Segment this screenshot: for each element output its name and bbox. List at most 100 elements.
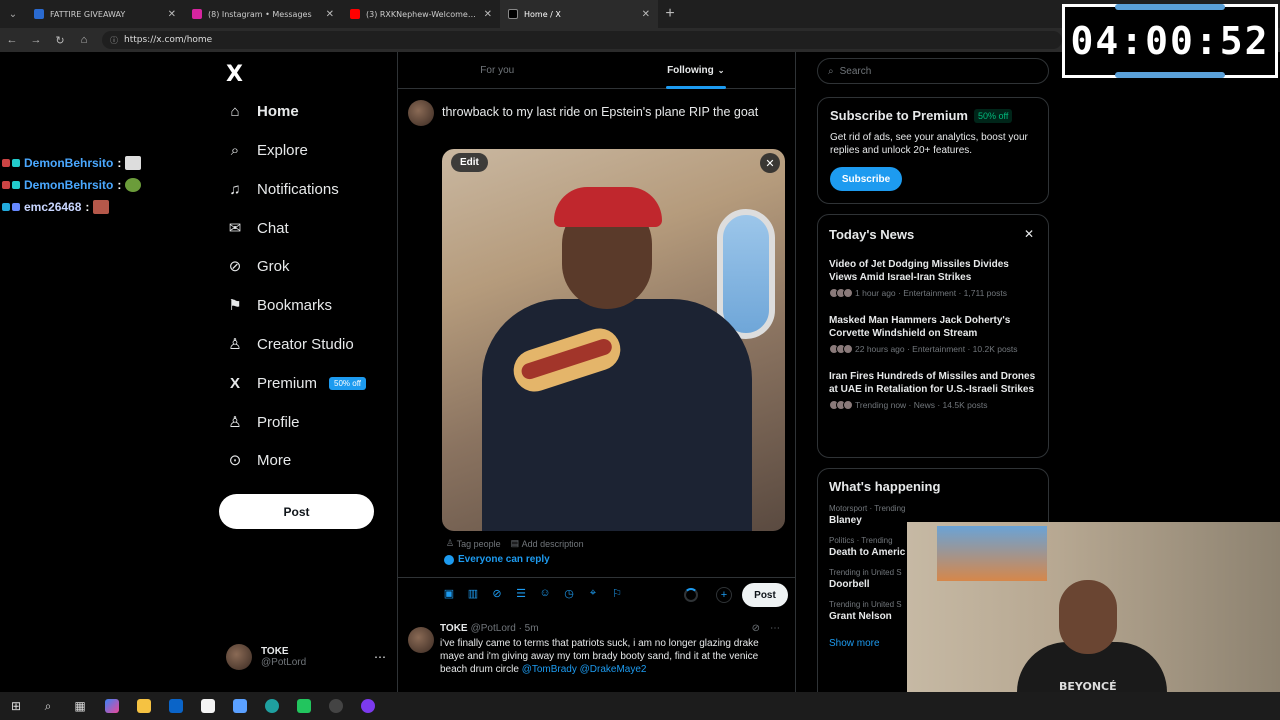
tab-close-icon[interactable]: ✕	[326, 9, 334, 20]
tab-close-icon[interactable]: ✕	[642, 9, 650, 20]
grok-icon[interactable]: ⊘	[490, 586, 504, 600]
nav-item-home[interactable]: ⌂ Home	[226, 97, 298, 125]
chrome-icon[interactable]	[326, 696, 346, 716]
nav-item-profile[interactable]: ♙ Profile	[226, 408, 300, 436]
os-taskbar: ⊞ ⌕ ▦	[0, 692, 1280, 720]
premium-card: Subscribe to Premium 50% off Get rid of …	[817, 97, 1049, 204]
post-button[interactable]: Post	[219, 494, 374, 529]
tweet[interactable]: TOKE @PotLord · 5m ⊘ ⋯ i've finally came…	[398, 615, 795, 693]
subscribe-button[interactable]: Subscribe	[830, 167, 902, 191]
edge-icon[interactable]	[262, 696, 282, 716]
chat-colon: :	[85, 200, 90, 214]
nav-item-creator-studio[interactable]: ♙ Creator Studio	[226, 330, 354, 358]
account-handle: @PotLord	[261, 657, 307, 668]
schedule-icon[interactable]: ◷	[562, 586, 576, 600]
news-item[interactable]: Video of Jet Dodging Missiles Divides Vi…	[829, 258, 1037, 298]
photos-icon[interactable]	[230, 696, 250, 716]
compose-box: throwback to my last ride on Epstein's p…	[398, 52, 795, 607]
edit-media-button[interactable]: Edit	[451, 153, 488, 172]
spotify-app-icon[interactable]	[294, 696, 314, 716]
chat-username: DemonBehrsito	[24, 156, 114, 170]
chat-colon: :	[117, 156, 122, 170]
compose-text-input[interactable]: throwback to my last ride on Epstein's p…	[442, 104, 772, 120]
tweet-mentions[interactable]: @TomBrady @DrakeMaye2	[522, 664, 647, 675]
search-icon[interactable]: ⌕	[38, 696, 58, 716]
nav-item-more[interactable]: ⊙ More	[226, 446, 291, 474]
add-post-plus-icon[interactable]: +	[716, 587, 732, 603]
home-browser-icon[interactable]: ⌂	[72, 34, 96, 46]
chat-emote-icon	[93, 200, 110, 214]
location-icon[interactable]: ⌖	[586, 586, 600, 600]
obs-icon[interactable]	[358, 696, 378, 716]
news-headline: Masked Man Hammers Jack Doherty's Corvet…	[829, 315, 1011, 339]
outlook-icon[interactable]	[166, 696, 186, 716]
add-description-label: Add description	[521, 538, 584, 549]
site-info-icon[interactable]: ⓘ	[110, 35, 118, 46]
nav-item-notifications[interactable]: ♫ Notifications	[226, 175, 338, 203]
browser-tab[interactable]: (8) Instagram • Messages ✕	[184, 0, 342, 28]
more-dots-icon[interactable]: ⋯	[374, 650, 386, 664]
news-item[interactable]: Iran Fires Hundreds of Missiles and Dron…	[829, 370, 1037, 410]
tab-label: (8) Instagram • Messages	[208, 9, 312, 19]
compose-toolbar: ▣ ▥ ⊘ ☰ ☺ ◷ ⌖ ⚐	[442, 586, 624, 600]
copilot-icon[interactable]	[102, 696, 122, 716]
nav-item-bookmarks[interactable]: ⚑ Bookmarks	[226, 291, 332, 319]
news-item[interactable]: Masked Man Hammers Jack Doherty's Corvet…	[829, 314, 1037, 354]
nav-label: Explore	[257, 141, 308, 159]
nav-label: Creator Studio	[257, 335, 354, 353]
news-headline: Video of Jet Dodging Missiles Divides Vi…	[829, 259, 1009, 283]
refresh-icon[interactable]: ↻	[48, 34, 72, 47]
flag-icon[interactable]: ⚐	[610, 586, 624, 600]
browser-tab[interactable]: (3) RXKNephew-Welcome 2 The Bi ✕	[342, 0, 500, 28]
reply-setting-button[interactable]: Everyone can reply	[444, 554, 550, 565]
poll-icon[interactable]: ☰	[514, 586, 528, 600]
new-tab-plus-icon[interactable]: +	[658, 5, 682, 23]
compose-post-button[interactable]: Post	[742, 583, 788, 607]
emoji-icon[interactable]: ☺	[538, 586, 552, 600]
browser-tab-active[interactable]: Home / X ✕	[500, 0, 658, 28]
more-dots-icon[interactable]: ⋯	[770, 623, 780, 634]
chat-badges	[2, 181, 20, 189]
gif-icon[interactable]: ▥	[466, 586, 480, 600]
premium-title-text: Subscribe to Premium	[830, 108, 968, 123]
nav-item-explore[interactable]: ⌕ Explore	[226, 136, 308, 164]
avatar-stack	[829, 400, 853, 410]
close-icon[interactable]: ✕	[1024, 227, 1034, 241]
avatar-stack	[829, 344, 853, 354]
tab-list-chevron-icon[interactable]: ⌄	[0, 0, 26, 28]
mail-icon: ✉	[228, 220, 242, 237]
search-icon: ⌕	[828, 65, 834, 77]
stream-chat-overlay: DemonBehrsito : DemonBehrsito : emc26468…	[2, 152, 202, 218]
creator-studio-icon: ♙	[228, 336, 242, 353]
url-field[interactable]: ⓘ https://x.com/home	[102, 31, 1062, 49]
nav-item-premium[interactable]: X Premium 50% off	[226, 369, 366, 397]
forward-arrow-icon[interactable]: →	[24, 34, 48, 46]
tag-people-link[interactable]: ♙ Tag people	[446, 538, 501, 549]
grok-analyze-icon[interactable]: ⊘	[752, 623, 760, 634]
tab-close-icon[interactable]: ✕	[168, 9, 176, 20]
chat-username: DemonBehrsito	[24, 178, 114, 192]
nav-item-chat[interactable]: ✉ Chat	[226, 214, 289, 242]
task-view-icon[interactable]: ▦	[70, 696, 90, 716]
nav-label: Premium	[257, 374, 318, 392]
store-icon[interactable]	[198, 696, 218, 716]
windows-start-icon[interactable]: ⊞	[6, 696, 26, 716]
add-description-link[interactable]: ▤ Add description	[511, 538, 584, 549]
browser-tab[interactable]: FATTIRE GIVEAWAY ✕	[26, 0, 184, 28]
streamer-head-graphic	[1059, 580, 1117, 654]
remove-media-close-icon[interactable]: ✕	[760, 153, 780, 173]
search-input[interactable]: ⌕ Search	[817, 58, 1049, 84]
file-explorer-icon[interactable]	[134, 696, 154, 716]
avatar[interactable]	[408, 627, 434, 653]
nav-item-grok[interactable]: ⊘ Grok	[226, 252, 290, 280]
avatar	[408, 100, 434, 126]
search-icon: ⌕	[230, 141, 240, 159]
x-logo-icon[interactable]: X	[226, 62, 243, 87]
media-icon[interactable]: ▣	[442, 586, 456, 600]
tab-close-icon[interactable]: ✕	[484, 9, 492, 20]
tweet-author-name[interactable]: TOKE	[440, 623, 468, 634]
happening-title: What's happening	[829, 479, 941, 494]
nav-label: Profile	[257, 413, 300, 431]
back-arrow-icon[interactable]: ←	[0, 34, 24, 46]
account-switcher[interactable]: TOKE @PotLord ⋯	[226, 644, 386, 670]
